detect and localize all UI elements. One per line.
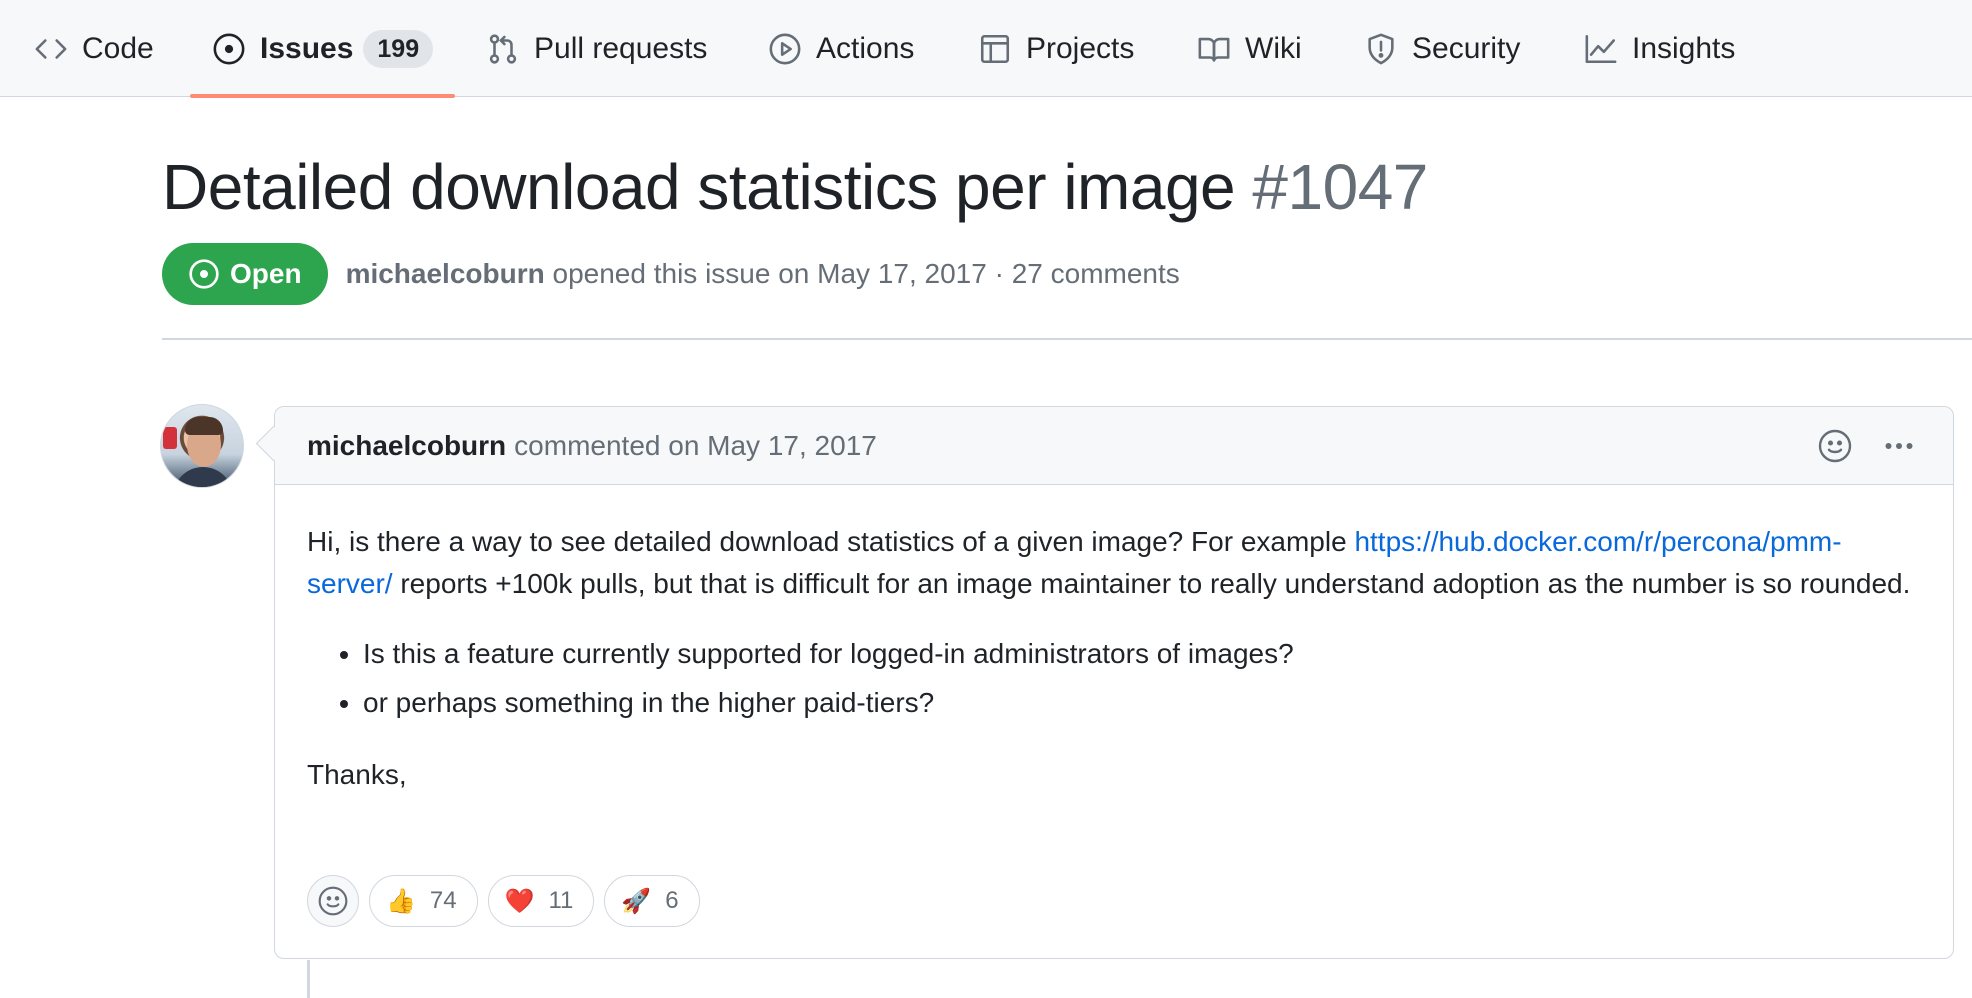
table-icon (978, 32, 1012, 66)
graph-icon (1584, 32, 1618, 66)
issue-status-row: Open michaelcoburn opened this issue on … (162, 243, 1180, 305)
avatar[interactable] (160, 404, 244, 488)
reaction-count: 11 (548, 887, 574, 914)
tab-pull-requests-label: Pull requests (534, 31, 708, 65)
tab-actions[interactable]: Actions (768, 0, 914, 97)
tab-projects-label: Projects (1026, 31, 1135, 65)
code-icon (34, 32, 68, 66)
add-reaction-button[interactable] (307, 875, 359, 927)
issues-count-badge: 199 (363, 29, 434, 68)
tab-wiki-label: Wiki (1245, 31, 1302, 65)
tab-security-label: Security (1412, 31, 1521, 65)
header-divider (162, 338, 1972, 340)
list-item: or perhaps something in the higher paid-… (363, 682, 1921, 724)
book-icon (1197, 32, 1231, 66)
comment-body: Hi, is there a way to see detailed downl… (275, 485, 1953, 796)
tab-issues-label: Issues (260, 31, 354, 65)
tab-security[interactable]: Security (1364, 0, 1520, 97)
heart-icon: ❤️ (504, 887, 535, 915)
issue-opened-icon (188, 258, 220, 290)
issue-opened-icon (212, 32, 246, 66)
comment-bullet-list: Is this a feature currently supported fo… (363, 633, 1921, 724)
issue-state-badge: Open (162, 243, 328, 305)
comment-rest-text: reports +100k pulls, but that is difficu… (392, 568, 1911, 599)
tab-insights-label: Insights (1632, 31, 1736, 65)
kebab-horizontal-icon[interactable] (1881, 428, 1917, 464)
issue-number: #1047 (1252, 151, 1428, 223)
tab-actions-label: Actions (816, 31, 915, 65)
reaction-heart-button[interactable]: ❤️ 11 (487, 875, 595, 927)
comment-actions (1789, 407, 1917, 485)
smiley-icon (318, 886, 348, 916)
comment-paragraph: Hi, is there a way to see detailed downl… (307, 521, 1921, 605)
list-item: Is this a feature currently supported fo… (363, 633, 1921, 675)
comment-author-link[interactable]: michaelcoburn (307, 430, 506, 462)
thumbs-up-icon: 👍 (386, 887, 416, 915)
issue-meta: michaelcoburn opened this issue on May 1… (346, 258, 1180, 290)
issue-title: Detailed download statistics per image #… (162, 150, 1428, 224)
issue-author-link[interactable]: michaelcoburn (346, 258, 545, 289)
tab-code-label: Code (82, 31, 154, 65)
comment-box: michaelcoburn commented on May 17, 2017 … (274, 406, 1954, 959)
tab-wiki[interactable]: Wiki (1197, 0, 1302, 97)
rocket-icon: 🚀 (621, 887, 652, 915)
issue-state-label: Open (230, 258, 302, 289)
comment-timestamp[interactable]: commented on May 17, 2017 (514, 430, 877, 462)
shield-icon (1364, 32, 1398, 66)
tab-issues[interactable]: Issues 199 (189, 0, 456, 98)
tab-code[interactable]: Code (34, 0, 154, 97)
comment-intro-text: Hi, is there a way to see detailed downl… (307, 526, 1355, 557)
issue-title-text: Detailed download statistics per image (162, 151, 1236, 223)
comment-header: michaelcoburn commented on May 17, 2017 (275, 407, 1953, 485)
timeline-line (307, 960, 310, 998)
play-icon (768, 32, 802, 66)
add-reaction-smiley-icon[interactable] (1817, 428, 1853, 464)
comment-closing: Thanks, (307, 759, 407, 790)
reaction-count: 74 (429, 887, 457, 914)
tab-projects[interactable]: Projects (978, 0, 1134, 97)
git-pull-request-icon (486, 32, 520, 66)
reaction-rocket-button[interactable]: 🚀 6 (604, 875, 700, 927)
repo-nav: Code Issues 199 Pull requests Actions Pr… (0, 0, 1972, 98)
tab-insights[interactable]: Insights (1584, 0, 1735, 97)
reaction-count: 6 (665, 887, 679, 914)
issue-opened-text: opened this issue on May 17, 2017 · 27 c… (552, 258, 1180, 289)
reactions-bar: 👍 74 ❤️ 11 🚀 6 (307, 875, 700, 927)
tab-pull-requests[interactable]: Pull requests (486, 0, 707, 97)
reaction-thumbs-up-button[interactable]: 👍 74 (369, 875, 478, 927)
